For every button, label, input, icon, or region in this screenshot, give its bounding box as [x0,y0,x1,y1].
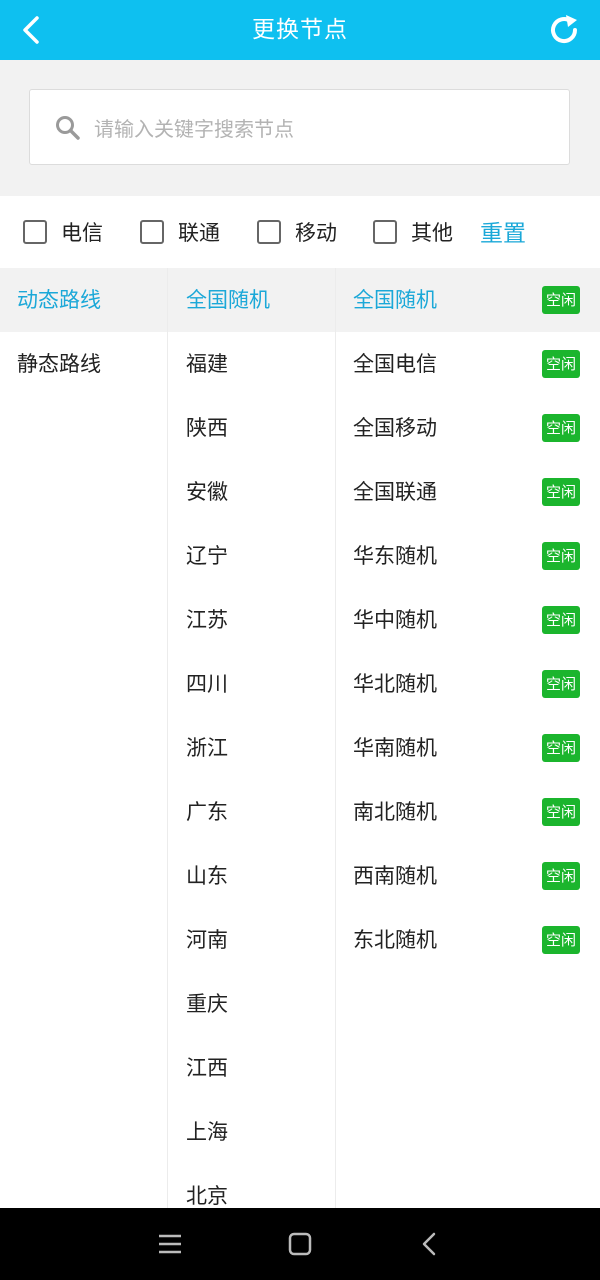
status-badge: 空闲 [541,542,580,570]
route-type-list: 动态路线 静态路线 [0,268,167,1208]
region-item[interactable]: 江西 [168,1036,335,1100]
node-label: 华南随机 [353,736,437,760]
region-item[interactable]: 全国随机 [168,268,335,332]
region-label: 陕西 [186,416,228,440]
app-header: 更换节点 [0,0,600,60]
back-icon [422,1232,436,1256]
system-nav-bar [0,1208,600,1280]
node-label: 南北随机 [353,800,437,824]
node-label: 华北随机 [353,672,437,696]
node-label: 全国电信 [353,352,437,376]
node-item[interactable]: 华北随机 空闲 [336,652,600,716]
region-label: 辽宁 [186,544,228,568]
node-label: 全国移动 [353,416,437,440]
node-item[interactable]: 全国移动 空闲 [336,396,600,460]
status-badge: 空闲 [541,926,580,954]
node-label: 华中随机 [353,608,437,632]
node-item[interactable]: 南北随机 空闲 [336,780,600,844]
filter-checkbox-telecom[interactable]: 电信 [23,217,103,247]
route-type-item-dynamic[interactable]: 动态路线 [0,268,167,332]
home-button[interactable] [286,1230,314,1258]
status-badge: 空闲 [541,478,580,506]
status-badge: 空闲 [541,606,580,634]
region-list: 全国随机 福建 陕西 安徽 辽宁 江苏 四川 浙江 广东 山东 河南 重庆 江西… [168,268,335,1208]
checkbox-icon [257,220,281,244]
node-label: 全国联通 [353,480,437,504]
node-item[interactable]: 华中随机 空闲 [336,588,600,652]
region-label: 山东 [186,864,228,888]
region-label: 广东 [186,800,228,824]
search-section [0,60,600,196]
region-item[interactable]: 浙江 [168,716,335,780]
region-item[interactable]: 上海 [168,1100,335,1164]
node-item[interactable]: 全国随机 空闲 [336,268,600,332]
region-item[interactable]: 河南 [168,908,335,972]
menu-button[interactable] [156,1230,184,1258]
home-icon [288,1232,312,1256]
filter-checkbox-other[interactable]: 其他 [373,217,453,247]
region-item[interactable]: 辽宁 [168,524,335,588]
region-label: 江西 [186,1056,228,1080]
page-title: 更换节点 [252,17,348,43]
status-badge: 空闲 [541,414,580,442]
region-label: 安徽 [186,480,228,504]
filter-bar: 电信 联通 移动 其他 重置 [0,196,600,268]
checkbox-icon [140,220,164,244]
region-item[interactable]: 重庆 [168,972,335,1036]
route-type-item-static[interactable]: 静态路线 [0,332,167,396]
region-item[interactable]: 安徽 [168,460,335,524]
node-item[interactable]: 华东随机 空闲 [336,524,600,588]
region-label: 福建 [186,352,228,376]
region-label: 全国随机 [186,288,270,312]
node-item[interactable]: 东北随机 空闲 [336,908,600,972]
search-icon [56,116,80,140]
checkbox-icon [23,220,47,244]
region-item[interactable]: 广东 [168,780,335,844]
node-label: 华东随机 [353,544,437,568]
node-label: 西南随机 [353,864,437,888]
region-item[interactable]: 山东 [168,844,335,908]
node-item[interactable]: 全国电信 空闲 [336,332,600,396]
node-label: 全国随机 [353,288,437,312]
status-badge: 空闲 [541,350,580,378]
status-badge: 空闲 [541,286,580,314]
filter-label: 其他 [411,221,453,245]
region-label: 江苏 [186,608,228,632]
search-input[interactable] [92,108,556,150]
node-item[interactable]: 西南随机 空闲 [336,844,600,908]
checkbox-icon [373,220,397,244]
node-item[interactable]: 全国联通 空闲 [336,460,600,524]
refresh-icon [551,15,578,43]
status-badge: 空闲 [541,670,580,698]
region-label: 四川 [186,672,228,696]
status-badge: 空闲 [541,798,580,826]
node-list: 全国随机 空闲 全国电信 空闲 全国移动 空闲 全国联通 空闲 华东随机 空闲 华中随机空… [336,268,600,1208]
status-badge: 空闲 [541,734,580,762]
refresh-button[interactable] [546,12,582,48]
region-label: 上海 [186,1120,228,1144]
menu-icon [159,1234,181,1254]
region-label: 河南 [186,928,228,952]
reset-button[interactable]: 重置 [480,214,526,248]
filter-checkbox-unicom[interactable]: 联通 [140,217,220,247]
search-box[interactable] [29,89,570,165]
region-item[interactable]: 四川 [168,652,335,716]
node-item[interactable]: 华南随机 空闲 [336,716,600,780]
region-label: 北京 [186,1184,228,1208]
filter-checkbox-mobile[interactable]: 移动 [257,217,337,247]
status-badge: 空闲 [541,862,580,890]
filter-label: 联通 [178,221,220,245]
route-type-label: 静态路线 [17,352,101,376]
node-label: 东北随机 [353,928,437,952]
route-type-label: 动态路线 [17,288,101,312]
region-item[interactable]: 北京 [168,1164,335,1208]
region-item[interactable]: 江苏 [168,588,335,652]
filter-label: 电信 [61,221,103,245]
region-item[interactable]: 陕西 [168,396,335,460]
filter-label: 移动 [295,221,337,245]
nav-back-button[interactable] [416,1230,444,1258]
region-item[interactable]: 福建 [168,332,335,396]
region-label: 重庆 [186,992,228,1016]
region-label: 浙江 [186,736,228,760]
